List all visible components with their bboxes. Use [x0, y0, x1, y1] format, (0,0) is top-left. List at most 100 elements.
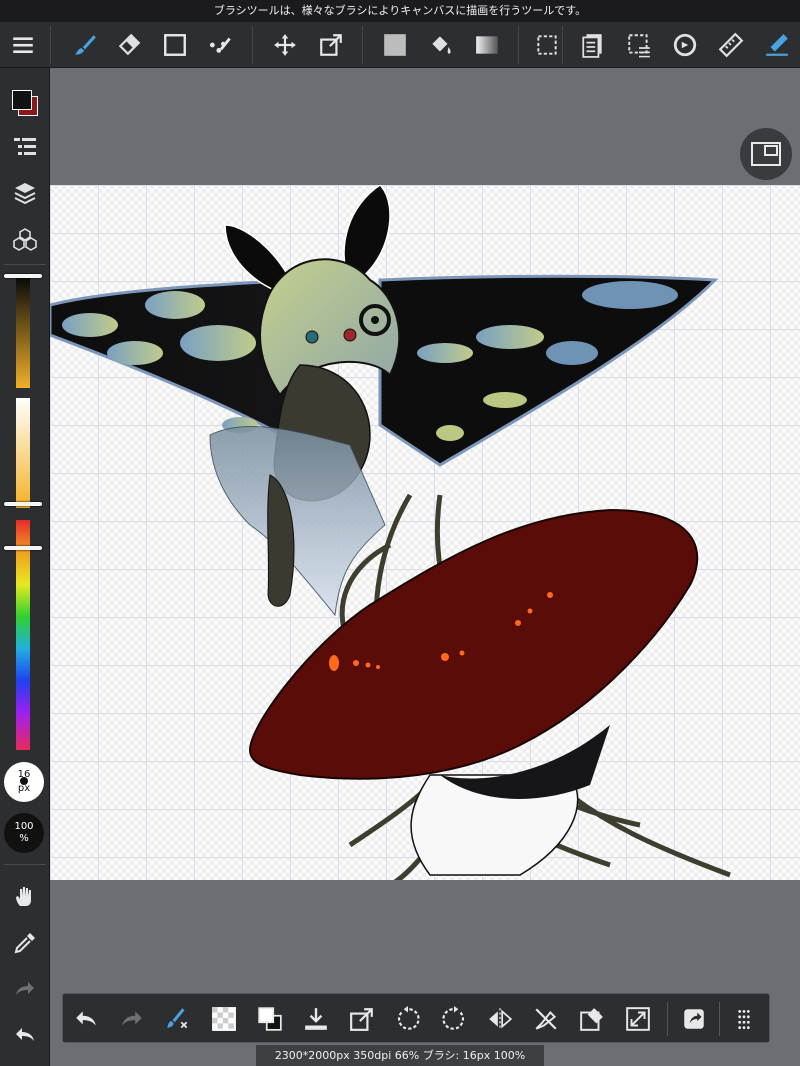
rotate-left-button[interactable] — [391, 1002, 425, 1036]
bucket-tool-icon — [432, 36, 451, 54]
import-button[interactable] — [299, 1002, 333, 1036]
navigator-icon — [751, 142, 781, 166]
redo-icon — [16, 982, 34, 995]
hue-slider-handle[interactable] — [4, 546, 42, 550]
transform-tool-button[interactable] — [314, 28, 348, 62]
rotate-canvas-icon — [673, 33, 697, 57]
redo-button[interactable] — [115, 1002, 149, 1036]
menu-button[interactable] — [6, 28, 40, 62]
layers-icon — [14, 183, 36, 205]
color-swap-icon — [258, 1007, 282, 1031]
brightness-slider-handle[interactable] — [4, 274, 42, 278]
clear-icon — [580, 1008, 603, 1031]
snap-off-button[interactable] — [529, 1002, 563, 1036]
left-sidebar: 16 px 100 % — [0, 68, 50, 1066]
select-tool-button[interactable] — [530, 28, 564, 62]
brush-size-dot — [20, 777, 28, 785]
brush-list-button[interactable] — [8, 130, 42, 164]
menu-icon — [13, 37, 33, 54]
fill-color-button[interactable] — [378, 28, 412, 62]
materials-icon — [13, 228, 37, 251]
brightness-slider[interactable] — [4, 274, 42, 388]
brush-tool-icon — [75, 35, 96, 55]
dot-tool-button[interactable] — [204, 28, 238, 62]
transparency-button[interactable] — [207, 1002, 241, 1036]
rotate-canvas-button[interactable] — [668, 28, 702, 62]
opacity-button[interactable]: 100 % — [4, 813, 44, 853]
move-tool-icon — [274, 34, 296, 56]
grid-menu-icon — [738, 1010, 750, 1030]
selection-menu-icon — [628, 34, 650, 58]
hand-icon — [16, 887, 31, 906]
rotate-right-button[interactable] — [437, 1002, 471, 1036]
transparency-icon — [212, 1007, 236, 1031]
tool-tooltip: ブラシツールは、様々なブラシによりキャンバスに描画を行うツールです。 — [0, 0, 800, 22]
canvas-workspace[interactable] — [50, 68, 800, 1066]
bucket-tool-button[interactable] — [424, 28, 458, 62]
export-button[interactable] — [345, 1002, 379, 1036]
selection-menu-button[interactable] — [622, 28, 656, 62]
status-bar: 2300*2000px 350dpi 66% ブラシ: 16px 100% — [256, 1045, 544, 1066]
color-swap-button[interactable] — [253, 1002, 287, 1036]
sidebar-redo-button[interactable] — [8, 972, 42, 1006]
opacity-value: 100 — [14, 821, 34, 832]
bottom-toolbar — [62, 993, 770, 1043]
color-swatch[interactable] — [10, 88, 40, 118]
eyedropper-icon — [14, 933, 35, 954]
fullscreen-icon — [626, 1007, 650, 1031]
shape-tool-icon — [164, 34, 186, 56]
brush-tool-button[interactable] — [68, 28, 102, 62]
layers-button[interactable] — [8, 176, 42, 210]
share-button[interactable] — [677, 1002, 711, 1036]
transform-tool-icon — [320, 34, 342, 56]
import-icon — [305, 1008, 327, 1030]
gradient-tool-button[interactable] — [470, 28, 504, 62]
top-toolbar — [0, 22, 800, 68]
redo-icon — [122, 1011, 142, 1026]
brush-settings-icon — [167, 1008, 188, 1029]
share-icon — [684, 1009, 704, 1029]
snap-icon — [766, 34, 788, 56]
eraser-tool-icon — [118, 33, 141, 56]
ruler-icon — [718, 32, 744, 58]
brush-settings-button[interactable] — [161, 1002, 195, 1036]
fill-color-icon — [384, 34, 406, 56]
undo-icon — [76, 1011, 96, 1026]
dot-tool-icon — [209, 37, 231, 53]
foreground-color-swatch[interactable] — [12, 90, 32, 110]
snap-button[interactable] — [760, 28, 794, 62]
drawing-canvas[interactable] — [50, 185, 800, 880]
select-tool-icon — [537, 35, 557, 55]
flip-button[interactable] — [483, 1002, 517, 1036]
brush-list-icon — [14, 138, 36, 155]
rotate-left-icon — [397, 1006, 420, 1030]
rotate-right-icon — [442, 1006, 465, 1030]
move-tool-button[interactable] — [268, 28, 302, 62]
navigator-button[interactable] — [740, 128, 792, 180]
brush-size-button[interactable]: 16 px — [4, 762, 44, 802]
fullscreen-button[interactable] — [621, 1002, 655, 1036]
clear-button[interactable] — [575, 1002, 609, 1036]
sidebar-undo-button[interactable] — [8, 1018, 42, 1052]
snap-off-icon — [535, 1008, 557, 1030]
layer-menu-icon — [582, 34, 602, 58]
opacity-unit: % — [19, 833, 29, 844]
eraser-tool-button[interactable] — [112, 28, 146, 62]
hand-tool-button[interactable] — [8, 880, 42, 914]
app-window: ブラシツールは、様々なブラシによりキャンバスに描画を行うツールです。 16 px… — [0, 0, 800, 1066]
gradient-tool-icon — [476, 36, 498, 54]
hue-slider[interactable] — [4, 520, 42, 750]
export-icon — [350, 1008, 373, 1031]
artwork — [50, 185, 731, 880]
layer-menu-button[interactable] — [576, 28, 610, 62]
grid-menu-button[interactable] — [727, 1002, 761, 1036]
eyedropper-button[interactable] — [8, 926, 42, 960]
saturation-slider-handle[interactable] — [4, 502, 42, 506]
flip-icon — [489, 1008, 513, 1030]
ruler-button[interactable] — [714, 28, 748, 62]
undo-icon — [16, 1028, 34, 1041]
undo-button[interactable] — [69, 1002, 103, 1036]
materials-button[interactable] — [8, 222, 42, 256]
shape-tool-button[interactable] — [158, 28, 192, 62]
saturation-slider[interactable] — [4, 398, 42, 508]
